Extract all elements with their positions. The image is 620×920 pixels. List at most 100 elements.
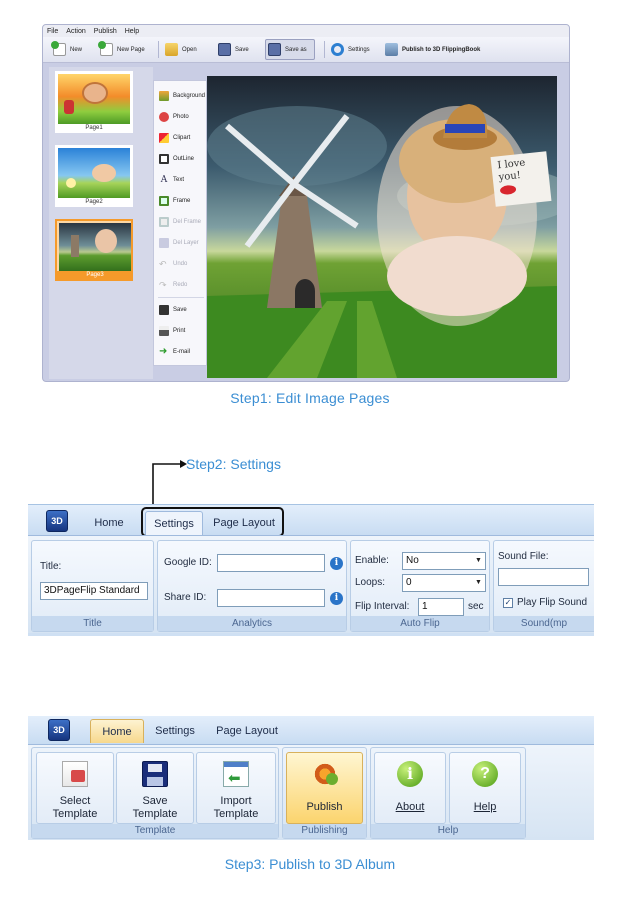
lips-icon (499, 184, 517, 196)
dropdown-arrow-icon: ▼ (475, 557, 482, 564)
tab-page-layout[interactable]: Page Layout (210, 719, 284, 743)
menu-action[interactable]: Action (66, 28, 85, 35)
group-label: Publishing (283, 824, 366, 838)
tab-home[interactable]: Home (90, 719, 144, 743)
step1-caption: Step1: Edit Image Pages (230, 390, 390, 406)
open-button[interactable]: Open (165, 39, 197, 60)
sound-file-input[interactable] (498, 568, 589, 586)
menu-file[interactable]: File (47, 28, 58, 35)
tool-email[interactable]: ➜ E-mail (159, 345, 190, 359)
ribbon-tab-strip: 3D Home Settings Page Layout (28, 505, 594, 537)
enable-label: Enable: (355, 555, 389, 566)
page-thumbnail-panel: Page1 Page2 Page3 (49, 67, 153, 379)
group-template: Select Template Save Template ⬅ Import T… (31, 747, 279, 839)
page-thumbnail-image (58, 148, 130, 198)
text-icon: A (160, 175, 168, 185)
menu-publish[interactable]: Publish (94, 28, 117, 35)
publish-button[interactable]: Publish (286, 752, 363, 824)
tool-save[interactable]: Save (159, 303, 187, 317)
group-publishing: Publish Publishing (282, 747, 367, 839)
share-id-input[interactable] (217, 589, 325, 607)
enable-select[interactable]: No ▼ (402, 552, 486, 570)
settings-highlight-outline (141, 507, 284, 537)
group-label: Analytics (158, 616, 346, 631)
info-icon[interactable]: i (330, 557, 343, 570)
loops-select[interactable]: 0 ▼ (402, 574, 486, 592)
new-document-icon (51, 41, 66, 56)
flip-interval-input[interactable]: 1 (418, 598, 464, 616)
tab-home[interactable]: Home (84, 511, 134, 535)
tool-background[interactable]: Background (159, 89, 205, 103)
step2-pointer-arrow (152, 460, 187, 507)
book-publish-icon (385, 43, 398, 56)
tool-clipart[interactable]: Clipart (159, 131, 190, 145)
play-flip-sound-checkbox[interactable]: ✓ (503, 598, 513, 608)
page-thumbnail-caption: Page1 (85, 125, 103, 131)
delete-frame-icon (159, 217, 169, 227)
tool-undo[interactable]: ↶ Undo (159, 257, 187, 271)
photo-icon (159, 112, 169, 122)
tool-separator (158, 297, 204, 298)
background-icon (159, 91, 169, 101)
flip-interval-label: Flip Interval: (355, 601, 410, 612)
tool-frame[interactable]: Frame (159, 194, 190, 208)
google-id-input[interactable] (217, 554, 325, 572)
printer-icon (159, 326, 169, 336)
outline-icon (159, 154, 169, 164)
tool-redo[interactable]: ↷ Redo (159, 278, 187, 292)
main-toolbar: New New Page Open Save Save as Settings … (43, 37, 569, 63)
tool-print[interactable]: Print (159, 324, 185, 338)
app-menu-button[interactable]: 3D (46, 510, 68, 532)
folder-open-icon (165, 43, 178, 56)
tab-settings[interactable]: Settings (148, 719, 202, 743)
tool-text[interactable]: A Text (159, 173, 184, 187)
tool-del-frame[interactable]: Del Frame (159, 215, 201, 229)
share-id-label: Share ID: (164, 592, 207, 603)
select-template-button[interactable]: Select Template (36, 752, 114, 824)
title-input[interactable]: 3DPageFlip Standard (40, 582, 148, 600)
page-thumbnail-2[interactable]: Page2 (55, 145, 133, 207)
undo-icon: ↶ (159, 259, 167, 269)
group-auto-flip: Enable: No ▼ Loops: 0 ▼ Flip Interval: 1… (350, 540, 490, 632)
save-as-button[interactable]: Save as (265, 39, 315, 60)
page-thumbnail-1[interactable]: Page1 (55, 71, 133, 133)
publish-flippingbook-button[interactable]: Publish to 3D FlippingBook (385, 39, 480, 60)
floppy-disk-icon (268, 43, 281, 56)
editing-tool-panel: Background Photo Clipart OutLine A Text F… (153, 80, 207, 366)
tool-photo[interactable]: Photo (159, 110, 189, 124)
menu-help[interactable]: Help (125, 28, 139, 35)
new-button[interactable]: New (51, 39, 82, 60)
app-menu-button[interactable]: 3D (48, 719, 70, 741)
email-arrow-icon: ➜ (159, 346, 168, 357)
page-thumbnail-image (59, 223, 131, 273)
flip-interval-unit: sec (468, 601, 484, 612)
refresh-settings-icon (331, 43, 344, 56)
step3-caption: Step3: Publish to 3D Album (224, 856, 396, 872)
floppy-disk-icon (159, 305, 169, 315)
dropdown-arrow-icon: ▼ (475, 579, 482, 586)
page-thumbnail-3[interactable]: Page3 (55, 219, 133, 281)
sound-file-label: Sound File: (498, 551, 549, 562)
group-label: Help (371, 824, 525, 838)
question-mark-icon: ? (472, 761, 498, 787)
new-page-button[interactable]: New Page (98, 39, 145, 60)
clipart-icon (159, 133, 169, 143)
info-icon[interactable]: i (330, 592, 343, 605)
save-template-button[interactable]: Save Template (116, 752, 194, 824)
floppy-disk-icon (218, 43, 231, 56)
group-sound: Sound File: ✓ Play Flip Sound Sound(mp (493, 540, 594, 632)
settings-button[interactable]: Settings (331, 39, 370, 60)
play-flip-sound-label: Play Flip Sound (517, 597, 588, 608)
settings-ribbon-body: Title: 3DPageFlip Standard Title Google … (28, 535, 594, 633)
import-template-button[interactable]: ⬅ Import Template (196, 752, 276, 824)
home-ribbon-body: Select Template Save Template ⬅ Import T… (28, 744, 594, 840)
help-button[interactable]: ? Help (449, 752, 521, 824)
page-thumbnail-image (58, 74, 130, 124)
image-canvas[interactable]: I love you! (207, 76, 557, 378)
tool-outline[interactable]: OutLine (159, 152, 194, 166)
home-ribbon: 3D Home Settings Page Layout Select Temp… (28, 716, 594, 840)
tool-del-layer[interactable]: Del Layer (159, 236, 199, 250)
about-button[interactable]: i About (374, 752, 446, 824)
save-button[interactable]: Save (218, 39, 249, 60)
loops-label: Loops: (355, 577, 386, 588)
